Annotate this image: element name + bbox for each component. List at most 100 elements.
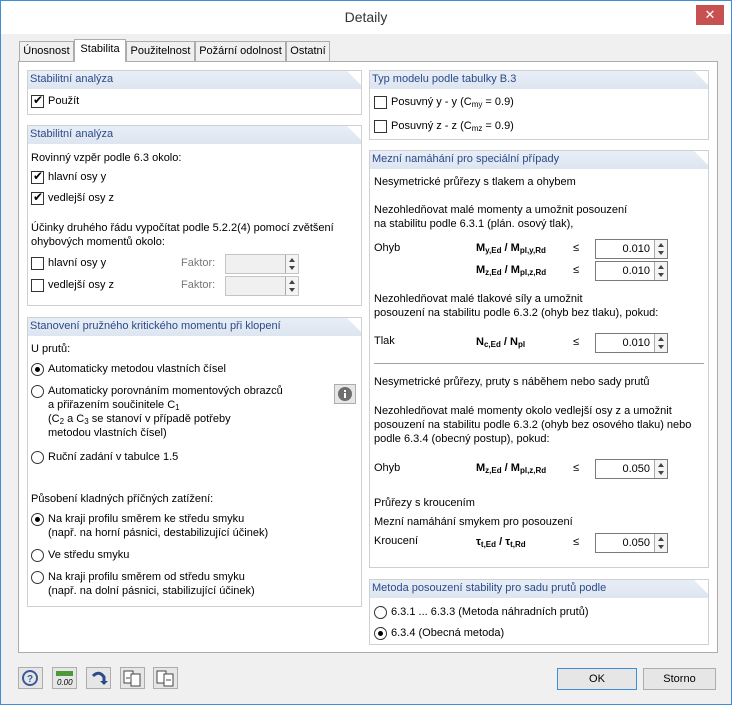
minor-axis-checkbox[interactable] [31, 190, 44, 205]
formula-my: My,Ed / Mpl,y,Rd [476, 242, 546, 255]
dialog-window: Detaily ✕ Únosnost Stabilita Použitelnos… [0, 0, 732, 705]
manual-input-label: Ruční zadání v tabulce 1.5 [48, 451, 179, 463]
factor-z-input[interactable] [225, 276, 299, 296]
tab-ostatni[interactable]: Ostatní [286, 41, 330, 61]
save-template-button[interactable] [153, 667, 178, 689]
formula-mz-2: Mz,Ed / Mpl,z,Rd [476, 462, 547, 475]
sway-z-label: Posuvný z - z (Cmz = 0.9) [391, 120, 514, 133]
load-center-label: Ve středu smyku [48, 549, 130, 561]
factor-label-1: Faktor: [181, 257, 216, 269]
factor-y-input[interactable] [225, 254, 299, 274]
load-bottom-label-1: Na kraji profilu směrem od středu smyku [48, 571, 245, 583]
unsym-members-label: Nesymetrické průřezy, pruty s náběhem ne… [374, 376, 650, 388]
second-order-label-1: Účinky druhého řádu vypočítat podle 5.2.… [31, 222, 334, 234]
sway-z-checkbox[interactable] [374, 120, 387, 133]
formula-n: Nc,Ed / Npl [476, 336, 526, 349]
manual-input-radio[interactable] [31, 451, 44, 464]
minor-axis-2-checkbox[interactable] [31, 279, 44, 292]
major-axis-checkbox[interactable] [31, 169, 44, 184]
my-limit-input[interactable]: 0.010 [595, 239, 668, 259]
moment-diagram-label-1: Automaticky porovnáním momentových obraz… [48, 385, 283, 397]
use-checkbox[interactable] [31, 93, 44, 108]
shear-limit-label: Mezní namáhání smykem pro posouzení [374, 516, 573, 528]
reset-arrow-icon [91, 671, 108, 685]
general-method-radio[interactable] [374, 627, 387, 640]
tab-pozarni-odolnost[interactable]: Požární odolnost [195, 41, 286, 61]
spin-arrows-icon[interactable] [654, 240, 667, 258]
save-document-icon [156, 670, 174, 687]
bending-label: Ohyb [374, 242, 401, 254]
critical-moment-group: Stanovení pružného kritického momentu př… [27, 317, 362, 607]
moment-diagram-radio[interactable] [31, 385, 44, 398]
le-sign: ≤ [573, 462, 580, 474]
load-center-radio[interactable] [31, 549, 44, 562]
load-bottom-label-2: (např. na dolní pásnici, stabilizující ú… [48, 585, 255, 597]
stability-method-group: Metoda posouzení stability pro sadu prut… [369, 579, 709, 645]
minor-axis-2-label: vedlejší osy z [48, 279, 115, 291]
spin-arrows-icon[interactable] [654, 334, 667, 352]
help-button[interactable]: ? [18, 667, 43, 689]
tab-unosnost[interactable]: Únosnost [19, 41, 74, 61]
n-limit-input[interactable]: 0.010 [595, 333, 668, 353]
major-axis-2-checkbox[interactable] [31, 257, 44, 270]
spin-arrows-icon[interactable] [654, 460, 667, 478]
formula-mz: Mz,Ed / Mpl,z,Rd [476, 264, 547, 277]
spin-arrows-icon[interactable] [285, 277, 298, 295]
help-icon: ? [22, 670, 38, 686]
bending-label-2: Ohyb [374, 462, 401, 474]
load-top-radio[interactable] [31, 513, 44, 526]
ignore-minor-moments-label-1: Nezohledňovat malé momenty okolo vedlejš… [374, 405, 672, 417]
minor-axis-label: vedlejší osy z [48, 192, 115, 204]
model-type-group: Typ modelu podle tabulky B.3 Posuvný y -… [369, 70, 709, 140]
sway-y-checkbox[interactable] [374, 96, 387, 109]
info-icon [338, 387, 352, 401]
units-button[interactable]: 0.00 [52, 667, 77, 689]
spin-arrows-icon[interactable] [654, 262, 667, 280]
le-sign: ≤ [573, 242, 580, 254]
mz-limit-input[interactable]: 0.010 [595, 261, 668, 281]
stability-analysis-group-2: Stabilitní analýza Rovinný vzpěr podle 6… [27, 125, 362, 306]
close-button[interactable]: ✕ [696, 5, 724, 25]
moment-diagram-label-3: (C2 a C3 se stanoví v případě potřeby [48, 413, 231, 426]
cancel-button[interactable]: Storno [643, 668, 716, 690]
group-header: Typ modelu podle tabulky B.3 [370, 71, 708, 89]
equivalent-member-label: 6.3.1 ... 6.3.3 (Metoda náhradních prutů… [391, 606, 589, 618]
tab-pouzitelnost[interactable]: Použitelnost [126, 41, 195, 61]
formula-tau: τt,Ed / τt,Rd [476, 536, 526, 549]
group-header: Stanovení pružného kritického momentu př… [28, 318, 361, 336]
svg-text:0.00: 0.00 [57, 678, 73, 687]
moment-diagram-label-4: metodou vlastních čísel) [48, 427, 167, 439]
group-header: Mezní namáhání pro speciální případy [370, 151, 708, 169]
spin-arrows-icon[interactable] [654, 534, 667, 552]
sway-y-label: Posuvný y - y (Cmy = 0.9) [391, 96, 514, 109]
ignore-small-comp-label-2: posouzení na stabilitu podle 6.3.2 (ohyb… [374, 307, 659, 319]
separator [374, 363, 704, 364]
ignore-small-moments-label-1: Nezohledňovat malé momenty a umožnit pos… [374, 204, 628, 216]
le-sign: ≤ [573, 536, 580, 548]
decimal-icon: 0.00 [56, 671, 73, 687]
tab-stabilita[interactable]: Stabilita [74, 39, 126, 62]
load-bottom-radio[interactable] [31, 571, 44, 584]
title-bar: Detaily ✕ [1, 1, 731, 34]
tau-limit-input[interactable]: 0.050 [595, 533, 668, 553]
load-document-icon [123, 670, 141, 687]
tab-page: Stabilitní analýza Použít Stabilitní ana… [18, 61, 718, 653]
moment-diagram-label-2: a přiřazením součinitele C1 [48, 399, 180, 412]
group-header: Stabilitní analýza [28, 126, 361, 144]
spin-arrows-icon[interactable] [285, 255, 298, 273]
defaults-button[interactable] [86, 667, 111, 689]
load-template-button[interactable] [120, 667, 145, 689]
mz-limit-2-input[interactable]: 0.050 [595, 459, 668, 479]
ok-button[interactable]: OK [557, 668, 637, 690]
compression-label: Tlak [374, 335, 395, 347]
info-button[interactable] [334, 384, 356, 404]
for-members-label: U prutů: [31, 343, 71, 355]
major-axis-2-label: hlavní osy y [48, 257, 107, 269]
eigenvalue-radio[interactable] [31, 363, 44, 376]
general-method-label: 6.3.4 (Obecná metoda) [391, 627, 505, 639]
limit-stress-group: Mezní namáhání pro speciální případy Nes… [369, 150, 709, 568]
equivalent-member-radio[interactable] [374, 606, 387, 619]
window-title: Detaily [344, 9, 388, 25]
stability-analysis-group: Stabilitní analýza Použít [27, 70, 362, 115]
le-sign: ≤ [573, 336, 580, 348]
